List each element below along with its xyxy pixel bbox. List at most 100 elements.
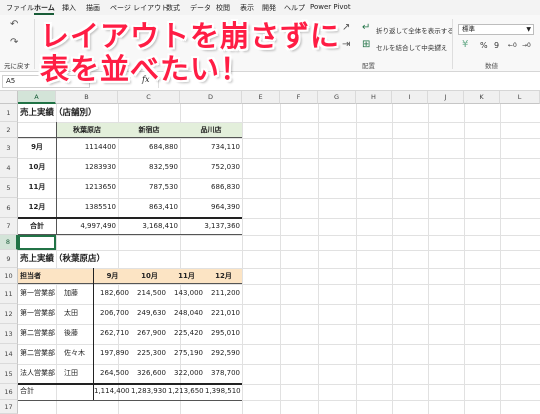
table2-dept: 法人営業部 bbox=[20, 369, 55, 377]
row-header[interactable]: 13 bbox=[0, 324, 18, 344]
active-cell-selection[interactable] bbox=[18, 235, 56, 250]
merge-center-icon[interactable]: ⊞ bbox=[362, 39, 370, 50]
row-header[interactable]: 12 bbox=[0, 304, 18, 324]
table1-cell: 752,030 bbox=[211, 163, 240, 171]
number-format-value: 標準 bbox=[462, 25, 475, 33]
select-all-button[interactable] bbox=[0, 91, 18, 104]
table1-cell: 1283930 bbox=[84, 163, 116, 171]
table2-cell: 197,890 bbox=[100, 349, 129, 357]
tab-help[interactable]: ヘルプ bbox=[284, 3, 305, 13]
grid-line bbox=[18, 304, 540, 305]
currency-icon[interactable]: ¥ bbox=[462, 39, 468, 50]
merge-dropdown-chevron-icon[interactable]: ▾ bbox=[438, 42, 441, 50]
tab-developer[interactable]: 開発 bbox=[262, 3, 276, 13]
grid-line bbox=[18, 344, 540, 345]
table2-total-cell: 1,213,650 bbox=[168, 387, 204, 395]
table2-cell: 378,700 bbox=[211, 369, 240, 377]
column-header[interactable]: C bbox=[118, 91, 180, 104]
tab-page-layout[interactable]: ページ レイアウト bbox=[110, 3, 168, 13]
tab-insert[interactable]: 挿入 bbox=[62, 3, 76, 13]
column-header[interactable]: J bbox=[428, 91, 464, 104]
row-header[interactable]: 15 bbox=[0, 364, 18, 384]
tab-power-pivot[interactable]: Power Pivot bbox=[310, 3, 351, 11]
decrease-decimal-icon[interactable]: →0 bbox=[522, 42, 531, 49]
tab-home[interactable]: ホーム bbox=[34, 3, 55, 13]
table2-cell: 214,500 bbox=[137, 289, 166, 297]
ribbon-separator bbox=[452, 19, 453, 69]
row-header[interactable]: 10 bbox=[0, 268, 18, 284]
table1-cell: 684,880 bbox=[149, 143, 178, 151]
column-header[interactable]: F bbox=[280, 91, 318, 104]
overlay-caption-line2: 表を並べたい！ bbox=[40, 52, 251, 86]
table2-title: 売上実績（秋葉原店） bbox=[20, 254, 106, 264]
number-format-select[interactable]: 標準 ▼ bbox=[458, 24, 534, 35]
tab-draw[interactable]: 描画 bbox=[86, 3, 100, 13]
grid-line bbox=[242, 104, 243, 414]
row-header[interactable]: 17 bbox=[0, 400, 18, 414]
wrap-text-button[interactable]: 折り返して全体を表示する bbox=[376, 25, 454, 35]
column-header[interactable]: I bbox=[392, 91, 428, 104]
worksheet-grid[interactable]: A B C D E F G H I J K L 1 2 3 4 5 6 7 8 … bbox=[0, 91, 540, 414]
table1-row-label: 11月 bbox=[28, 183, 46, 191]
column-header[interactable]: K bbox=[464, 91, 500, 104]
table2-cell: 182,600 bbox=[100, 289, 129, 297]
table2-cell: 225,300 bbox=[137, 349, 166, 357]
column-header[interactable]: A bbox=[18, 91, 56, 104]
merge-center-button[interactable]: セルを結合して中央揃え bbox=[376, 42, 447, 52]
grid-line bbox=[18, 324, 540, 325]
grid-line bbox=[500, 104, 501, 414]
row-header[interactable]: 3 bbox=[0, 138, 18, 158]
number-group-label: 数値 bbox=[485, 62, 498, 70]
tab-data[interactable]: データ bbox=[190, 3, 211, 13]
column-header[interactable]: H bbox=[356, 91, 392, 104]
column-header[interactable]: D bbox=[180, 91, 242, 104]
grid-line bbox=[18, 364, 540, 365]
table1-cell: 686,830 bbox=[211, 183, 240, 191]
tab-formulas[interactable]: 数式 bbox=[166, 3, 180, 13]
grid-line bbox=[18, 235, 540, 236]
column-header[interactable]: E bbox=[242, 91, 280, 104]
row-header[interactable]: 5 bbox=[0, 178, 18, 198]
table-border bbox=[18, 400, 242, 401]
tab-view[interactable]: 表示 bbox=[240, 3, 254, 13]
table1-total-cell: 4,997,490 bbox=[80, 222, 116, 230]
table-border bbox=[18, 137, 242, 138]
table2-cell: 206,700 bbox=[100, 309, 129, 317]
table2-cell: 262,710 bbox=[100, 329, 129, 337]
row-header[interactable]: 1 bbox=[0, 104, 18, 122]
alignment-group-label: 配置 bbox=[362, 62, 375, 70]
percent-style-button[interactable]: % bbox=[480, 41, 488, 50]
column-header[interactable]: G bbox=[318, 91, 356, 104]
undo-icon[interactable]: ↶ bbox=[10, 19, 18, 30]
chevron-down-icon: ▼ bbox=[526, 26, 531, 33]
row-header[interactable]: 9 bbox=[0, 250, 18, 268]
table2-header: 12月 bbox=[215, 272, 232, 280]
orientation-icon[interactable]: ↗ bbox=[342, 22, 350, 33]
grid-line bbox=[464, 104, 465, 414]
redo-icon[interactable]: ↷ bbox=[10, 37, 18, 48]
row-header[interactable]: 4 bbox=[0, 158, 18, 178]
tab-review[interactable]: 校閲 bbox=[216, 3, 230, 13]
row-header[interactable]: 8 bbox=[0, 235, 18, 250]
comma-style-button[interactable]: 9 bbox=[494, 41, 499, 50]
table2-cell: 143,000 bbox=[174, 289, 203, 297]
indent-icon[interactable]: ⇥ bbox=[342, 39, 350, 50]
row-header[interactable]: 2 bbox=[0, 122, 18, 138]
row-header[interactable]: 14 bbox=[0, 344, 18, 364]
tab-file[interactable]: ファイル bbox=[6, 3, 34, 13]
column-header[interactable]: L bbox=[500, 91, 540, 104]
row-header[interactable]: 7 bbox=[0, 218, 18, 235]
table2-dept: 第二営業部 bbox=[20, 329, 55, 337]
table2-total-label: 合計 bbox=[20, 387, 34, 395]
table2-dept: 第一営業部 bbox=[20, 289, 55, 297]
table1-total-label: 合計 bbox=[30, 222, 44, 230]
row-header[interactable]: 16 bbox=[0, 384, 18, 400]
increase-decimal-icon[interactable]: ←0 bbox=[508, 42, 517, 49]
wrap-text-icon[interactable]: ↵ bbox=[362, 22, 370, 33]
table1-header: 品川店 bbox=[200, 126, 222, 134]
table2-header: 9月 bbox=[106, 272, 119, 280]
row-header[interactable]: 6 bbox=[0, 198, 18, 218]
row-header[interactable]: 11 bbox=[0, 284, 18, 304]
table2-total-cell: 1,283,930 bbox=[131, 387, 167, 395]
column-header[interactable]: B bbox=[56, 91, 118, 104]
